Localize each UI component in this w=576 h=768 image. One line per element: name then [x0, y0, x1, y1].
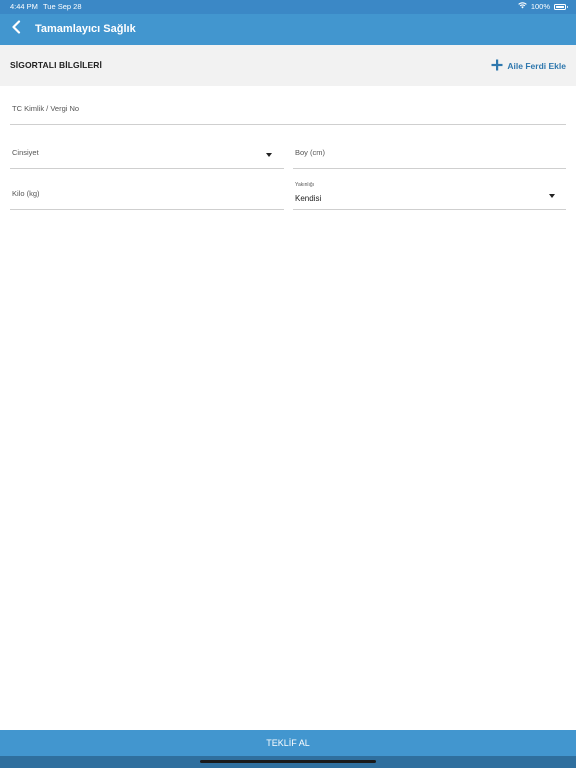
chevron-left-icon	[11, 19, 21, 39]
status-time: 4:44 PM	[10, 2, 38, 11]
battery-icon	[554, 4, 568, 10]
tc-vergi-placeholder: TC Kimlik / Vergi No	[12, 104, 80, 113]
app-screen: 4:44 PM Tue Sep 28 100% Tamamlayıcı Sağl…	[0, 0, 576, 768]
relationship-select[interactable]: Yakınlığı Kendisi	[293, 180, 566, 210]
page-title: Tamamlayıcı Sağlık	[35, 23, 136, 35]
tc-vergi-field[interactable]: TC Kimlik / Vergi No	[10, 96, 566, 125]
add-family-member-label: Aile Ferdi Ekle	[507, 60, 566, 71]
get-quote-button[interactable]: TEKLİF AL	[0, 730, 576, 756]
caret-down-icon	[549, 194, 555, 198]
section-header: SİGORTALI BİLGİLERİ Aile Ferdi Ekle	[0, 45, 576, 86]
gender-placeholder: Cinsiyet	[12, 148, 39, 157]
caret-down-icon	[266, 153, 272, 157]
nav-bar: Tamamlayıcı Sağlık	[0, 14, 576, 45]
relationship-label: Yakınlığı	[295, 182, 315, 188]
home-indicator[interactable]	[200, 760, 376, 763]
wifi-icon	[518, 0, 527, 14]
section-title: SİGORTALI BİLGİLERİ	[10, 60, 102, 70]
height-placeholder: Boy (cm)	[295, 148, 325, 157]
height-field[interactable]: Boy (cm)	[293, 140, 566, 169]
status-bar: 4:44 PM Tue Sep 28 100%	[0, 0, 576, 14]
relationship-value: Kendisi	[295, 194, 322, 203]
back-button[interactable]	[6, 19, 26, 39]
bottom-bar	[0, 756, 576, 768]
status-date: Tue Sep 28	[43, 2, 82, 11]
status-right: 100%	[518, 0, 568, 14]
weight-field[interactable]: Kilo (kg)	[10, 180, 284, 210]
add-family-member-button[interactable]: Aile Ferdi Ekle	[491, 57, 566, 74]
plus-icon	[491, 59, 503, 73]
battery-percentage: 100%	[530, 2, 550, 11]
weight-placeholder: Kilo (kg)	[12, 189, 40, 198]
gender-select[interactable]: Cinsiyet	[10, 140, 284, 169]
